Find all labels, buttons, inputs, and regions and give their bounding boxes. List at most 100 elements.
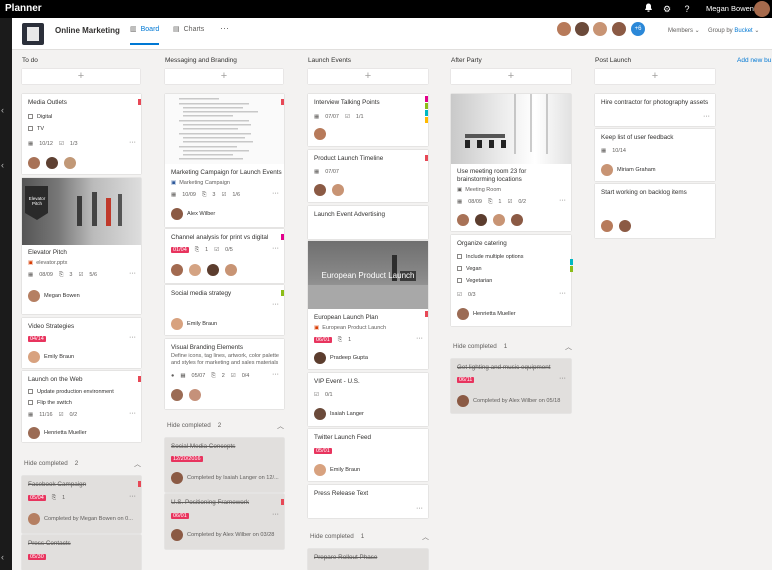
attachment-link[interactable]: ▣ Meeting Room: [457, 187, 501, 193]
members-dropdown[interactable]: Members ⌄: [668, 27, 700, 34]
task-card[interactable]: Hire contractor for photography assets ·…: [595, 94, 715, 126]
task-card[interactable]: Channel analysis for print vs digital 01…: [165, 229, 284, 283]
task-more-button[interactable]: ···: [559, 290, 566, 297]
avatar[interactable]: [225, 264, 237, 276]
task-more-button[interactable]: ···: [416, 335, 423, 342]
checklist-item[interactable]: Include multiple options: [457, 254, 523, 260]
checklist-item[interactable]: Digital: [28, 114, 52, 120]
group-by-dropdown[interactable]: Group by Bucket ⌄: [708, 27, 759, 34]
avatar[interactable]: [171, 318, 183, 330]
completed-task-card[interactable]: Get lighting and music equipment 06/11 ·…: [451, 359, 571, 413]
avatar[interactable]: [511, 214, 523, 226]
avatar[interactable]: [601, 220, 613, 232]
avatar[interactable]: [314, 184, 326, 196]
task-card[interactable]: Media Outlets Digital TV ▦ 10/12 ☑ 1/3 ···: [22, 94, 141, 174]
task-card[interactable]: Marketing Campaign for Launch Events ▣ Ma…: [165, 94, 284, 227]
attachment-link[interactable]: ▣ European Product Launch: [314, 325, 386, 331]
task-more-button[interactable]: ···: [129, 334, 136, 341]
avatar[interactable]: [28, 427, 40, 439]
gear-icon[interactable]: ⚙: [660, 2, 674, 16]
task-card[interactable]: Start working on backlog items: [595, 184, 715, 238]
completed-task-card[interactable]: Social Media Concepts 12/20/2016 Complet…: [165, 438, 284, 492]
avatar[interactable]: [332, 184, 344, 196]
app-title[interactable]: Planner: [5, 3, 42, 14]
avatar[interactable]: [171, 208, 183, 220]
member-avatar[interactable]: [612, 22, 626, 36]
avatar[interactable]: [314, 352, 326, 364]
chevron-left-icon[interactable]: ‹: [1, 105, 4, 115]
bucket-title[interactable]: Messaging and Branding: [165, 57, 237, 64]
more-options-button[interactable]: ···: [220, 23, 229, 33]
task-card[interactable]: Product Launch Timeline ▦ 07/07: [308, 150, 428, 202]
avatar[interactable]: [171, 529, 183, 541]
hide-completed-toggle[interactable]: Hide completed 1 ︿: [310, 533, 429, 541]
task-more-button[interactable]: ···: [129, 270, 136, 277]
avatar[interactable]: [493, 214, 505, 226]
task-more-button[interactable]: ···: [129, 493, 136, 500]
task-card[interactable]: Launch Event Advertising: [308, 206, 428, 239]
task-card[interactable]: VIP Event - U.S. ☑ 0/1 Isaiah Langer: [308, 373, 428, 426]
bucket-title[interactable]: To do: [22, 57, 38, 64]
task-card[interactable]: Press Release Text ···: [308, 485, 428, 518]
add-task-button[interactable]: +: [595, 69, 715, 84]
add-task-button[interactable]: +: [22, 69, 140, 84]
avatar[interactable]: [28, 513, 40, 525]
task-more-button[interactable]: ···: [416, 505, 423, 512]
task-card[interactable]: Social media strategy ··· Emily Braun: [165, 285, 284, 335]
task-more-button[interactable]: ···: [272, 245, 279, 252]
task-more-button[interactable]: ···: [559, 197, 566, 204]
task-more-button[interactable]: ···: [129, 410, 136, 417]
bell-icon[interactable]: [641, 2, 655, 16]
avatar[interactable]: [171, 389, 183, 401]
completed-task-card[interactable]: Facebook Campaign 05/04 ⎘ 1 ··· Completed …: [22, 476, 141, 533]
checklist-item[interactable]: TV: [28, 126, 44, 132]
more-members-badge[interactable]: +6: [631, 22, 645, 36]
task-more-button[interactable]: ···: [272, 301, 279, 308]
member-avatar[interactable]: [557, 22, 571, 36]
task-more-button[interactable]: ···: [129, 139, 136, 146]
task-card[interactable]: Visual Branding Elements Define icons, t…: [165, 339, 284, 409]
avatar[interactable]: [754, 1, 770, 17]
task-more-button[interactable]: ···: [272, 371, 279, 378]
member-avatar[interactable]: [593, 22, 607, 36]
bucket-title[interactable]: Post Launch: [595, 57, 631, 64]
avatar[interactable]: [314, 408, 326, 420]
avatar[interactable]: [601, 164, 613, 176]
task-card[interactable]: Elevator Pitch Elevator Pitch ▣ elevator.…: [22, 178, 141, 314]
avatar[interactable]: [28, 290, 40, 302]
avatar[interactable]: [457, 395, 469, 407]
avatar[interactable]: [475, 214, 487, 226]
checklist-item[interactable]: Vegan: [457, 266, 482, 272]
hide-completed-toggle[interactable]: Hide completed 2 ︿: [167, 422, 284, 430]
completed-task-card[interactable]: Prepare Rollout Phase: [308, 549, 428, 570]
add-task-button[interactable]: +: [165, 69, 283, 84]
bucket-title[interactable]: Launch Events: [308, 57, 351, 64]
checklist-item[interactable]: Update production environment: [28, 389, 114, 395]
task-card[interactable]: Launch on the Web Update production envi…: [22, 371, 141, 442]
avatar[interactable]: [207, 264, 219, 276]
avatar[interactable]: [28, 351, 40, 363]
user-name[interactable]: Megan Bowen: [706, 4, 754, 13]
avatar[interactable]: [314, 128, 326, 140]
task-card[interactable]: European Product Launch European Launch …: [308, 241, 428, 369]
checklist-item[interactable]: Flip the switch: [28, 400, 72, 406]
task-card[interactable]: Organize catering Include multiple optio…: [451, 235, 573, 326]
hide-completed-toggle[interactable]: Hide completed 2 ︿: [24, 460, 141, 468]
help-icon[interactable]: ?: [680, 2, 694, 16]
task-card[interactable]: Twitter Launch Feed 05/01 Emily Braun: [308, 429, 428, 481]
avatar[interactable]: [189, 264, 201, 276]
completed-task-card[interactable]: Press Contacts 05/30: [22, 535, 141, 570]
avatar[interactable]: [619, 220, 631, 232]
task-more-button[interactable]: ···: [559, 375, 566, 382]
task-more-button[interactable]: ···: [272, 511, 279, 518]
task-card[interactable]: Use meeting room 23 for brainstorming lo…: [451, 94, 571, 231]
completed-task-card[interactable]: U.S. Positioning Framework 06/01 ··· Com…: [165, 494, 284, 549]
tab-board[interactable]: ▥ Board: [130, 25, 160, 45]
chevron-left-icon[interactable]: ‹: [1, 552, 4, 562]
task-more-button[interactable]: ···: [703, 113, 710, 120]
task-card[interactable]: Video Strategies 04/14 ··· Emily Braun: [22, 318, 141, 368]
member-avatar[interactable]: [575, 22, 589, 36]
task-card[interactable]: Interview Talking Points ▦ 07/07 ☑ 1/1: [308, 94, 428, 146]
avatar[interactable]: [46, 157, 58, 169]
checklist-item[interactable]: Vegetarian: [457, 278, 492, 284]
